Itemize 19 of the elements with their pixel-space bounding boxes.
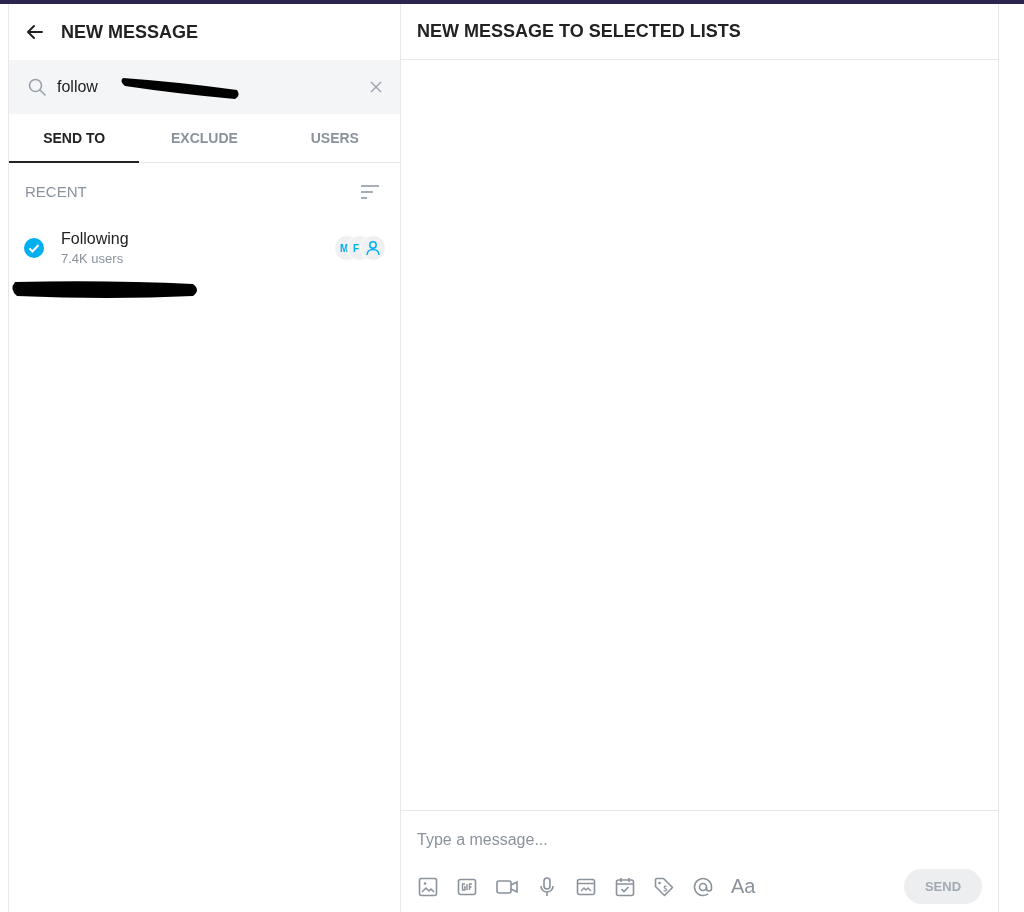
list-item[interactable]: Following 7.4K users M F xyxy=(9,220,400,276)
price-tag-icon[interactable] xyxy=(653,875,675,898)
mention-icon[interactable] xyxy=(692,875,714,898)
checkbox[interactable] xyxy=(23,237,45,259)
section-label: RECENT xyxy=(25,183,87,200)
back-arrow-icon[interactable] xyxy=(25,22,45,42)
calendar-check-icon[interactable] xyxy=(614,875,636,898)
list-name: Following xyxy=(61,230,130,248)
person-icon xyxy=(365,240,381,256)
search-icon xyxy=(27,77,47,97)
clear-icon[interactable] xyxy=(370,81,382,93)
image-icon[interactable] xyxy=(417,875,439,898)
panel-title: NEW MESSAGE xyxy=(61,21,198,43)
list-count: 7.4K users xyxy=(61,251,125,266)
sort-icon[interactable] xyxy=(360,183,380,200)
panel-title: NEW MESSAGE TO SELECTED LISTS xyxy=(417,21,741,42)
send-button: SEND xyxy=(904,869,982,904)
search-field[interactable]: follow xyxy=(57,78,109,96)
tab[interactable]: SEND TO xyxy=(9,114,140,163)
